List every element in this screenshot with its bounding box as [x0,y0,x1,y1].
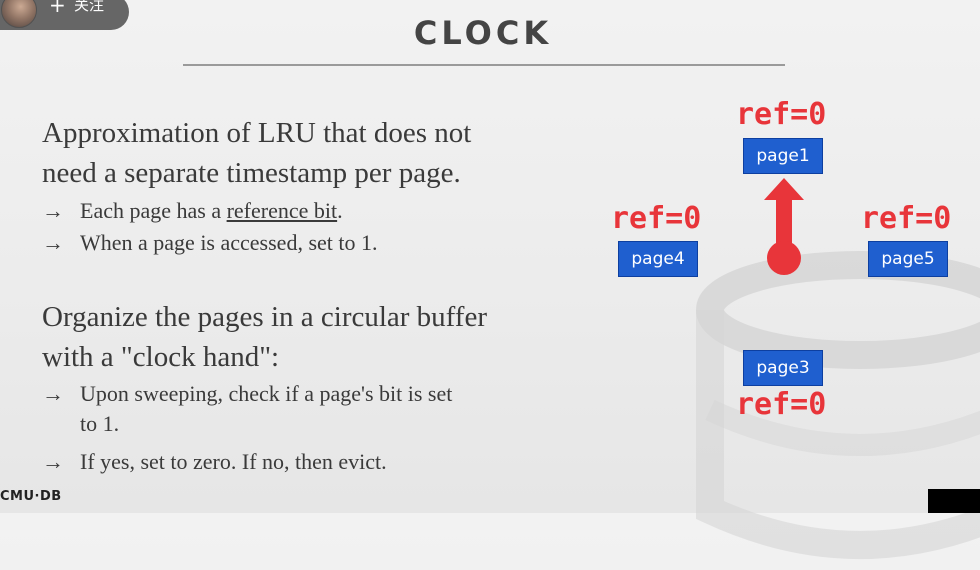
bullet-text-line-1: Upon sweeping, check if a page's bit is … [80,381,453,406]
bullet-reference-bit: → Each page has a reference bit. [42,196,343,226]
bullet-text-line-2: to 1. [80,411,120,436]
page3-ref-label: ref=0 [736,387,827,422]
title-divider [183,64,785,66]
bullet-text: Each page has a [80,198,227,223]
reference-bit-term: reference bit [226,198,338,223]
bullet-sweeping: → Upon sweeping, check if a page's bit i… [42,379,452,439]
page1-ref-label: ref=0 [736,97,827,132]
cmu-db-logo: CMU·DB [0,489,62,504]
page4-box: page4 [618,241,698,277]
follow-label: 关注 [74,0,105,14]
paragraph-1-line-1: Approximation of LRU that does not [42,117,472,149]
clock-hand-icon [764,178,804,275]
page4-ref-label: ref=0 [611,201,702,236]
bullet-text-end: . [337,198,343,223]
arrow-icon: → [42,198,64,223]
page5-ref-label: ref=0 [861,201,952,236]
bullet-text: When a page is accessed, set to 1. [80,230,378,255]
arrow-icon: → [42,381,64,406]
arrow-icon: → [42,230,64,255]
bullet-text: If yes, set to zero. If no, then evict. [80,449,387,474]
video-overlay-corner [928,489,980,513]
page3-box: page3 [743,350,823,386]
bullet-page-accessed: → When a page is accessed, set to 1. [42,228,378,258]
slide-title: CLOCK [413,14,553,52]
paragraph-1-line-2: need a separate timestamp per page. [42,157,461,189]
bullet-evict: → If yes, set to zero. If no, then evict… [42,447,387,477]
arrow-icon: → [42,449,64,474]
paragraph-2-line-2: with a "clock hand": [42,341,280,373]
paragraph-2-line-1: Organize the pages in a circular buffer [42,301,487,333]
page5-box: page5 [868,241,948,277]
watermark-cylinder-icon [696,251,980,559]
page1-box: page1 [743,138,823,174]
